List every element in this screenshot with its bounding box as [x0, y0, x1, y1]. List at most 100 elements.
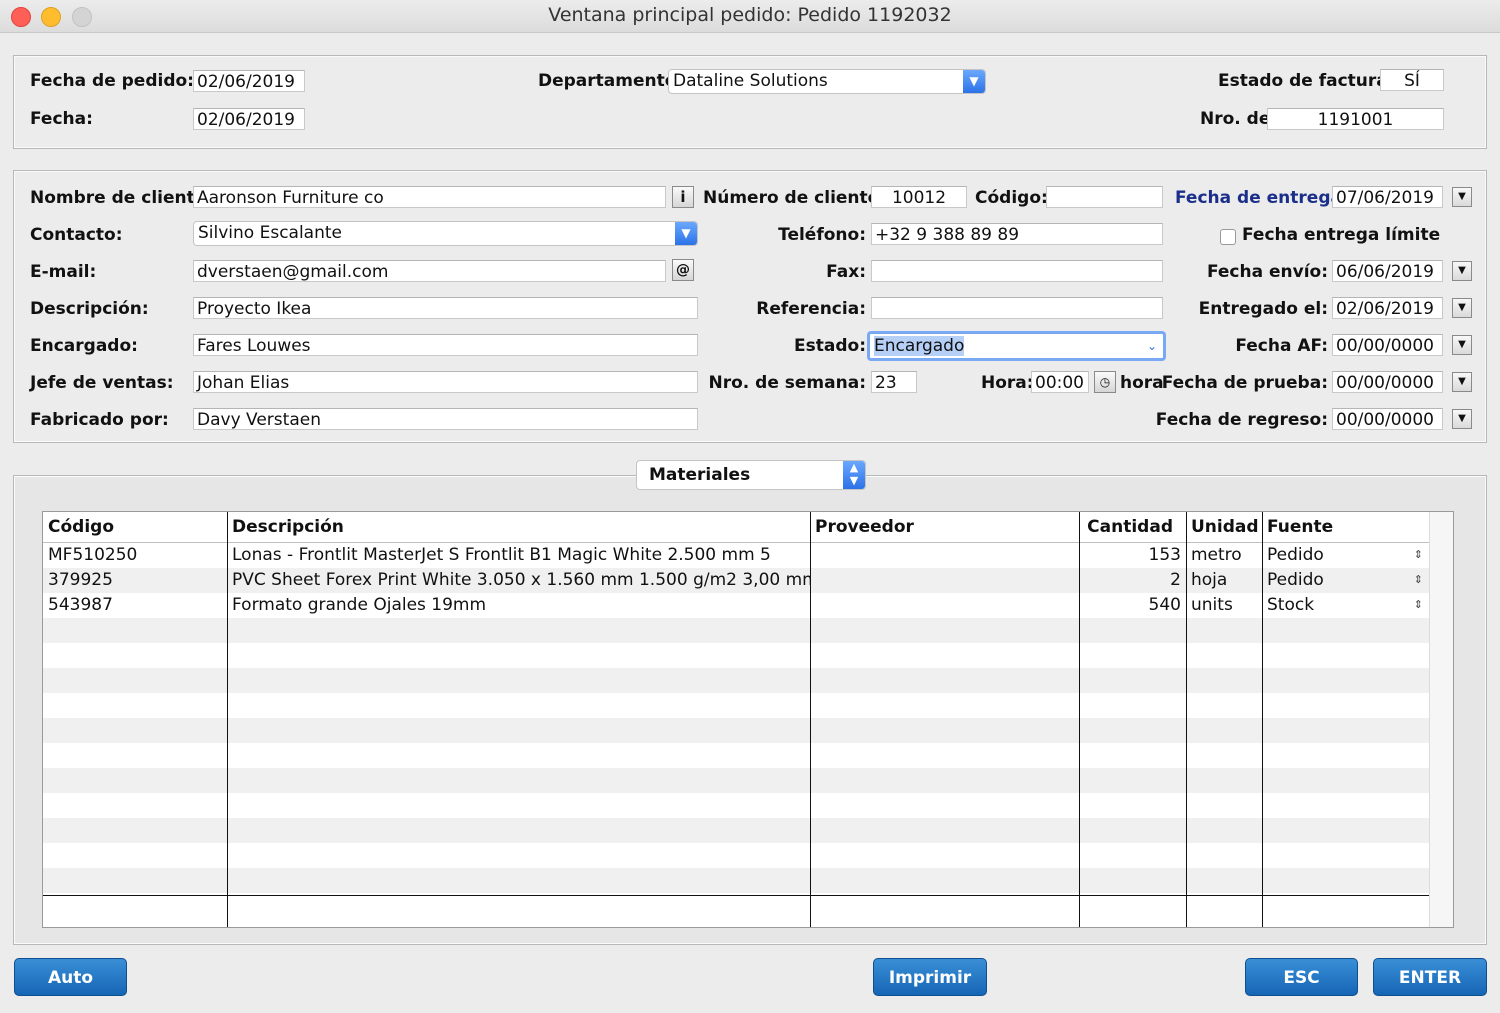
fecha-envio-label: Fecha envío:: [1206, 262, 1328, 282]
email-at-icon[interactable]: @: [672, 259, 694, 281]
fecha-envio-field[interactable]: 06/06/2019: [1332, 260, 1443, 282]
col-header-unidad[interactable]: Unidad: [1186, 512, 1259, 542]
encargado-field[interactable]: Fares Louwes: [193, 334, 698, 356]
column-divider: [1186, 512, 1187, 927]
date-picker-icon[interactable]: ▼: [1452, 187, 1472, 207]
table-row[interactable]: 543987 Formato grande Ojales 19mm 540 un…: [43, 593, 1429, 618]
print-button[interactable]: Imprimir: [873, 958, 987, 996]
cell-fuente[interactable]: Stock ⇕: [1262, 593, 1429, 618]
nombre-cliente-field[interactable]: Aaronson Furniture co: [193, 186, 666, 208]
cell-proveedor: [810, 593, 1079, 618]
semana-label: Nro. de semana:: [708, 373, 867, 393]
col-header-proveedor[interactable]: Proveedor: [810, 512, 914, 542]
updown-chevron-icon: ⇕: [1413, 548, 1423, 561]
fecha-pedido-label: Fecha de pedido:: [30, 71, 194, 91]
nro-label: Nro. de: [1200, 109, 1271, 129]
col-header-cantidad[interactable]: Cantidad: [1079, 512, 1179, 542]
empty-row: [43, 868, 1429, 893]
cell-descripcion: Lonas - Frontlit MasterJet S Frontlit B1…: [232, 545, 771, 565]
cell-codigo: 379925: [48, 570, 113, 590]
cell-proveedor: [810, 543, 1079, 568]
date-picker-icon[interactable]: ▼: [1452, 372, 1472, 392]
email-label: E-mail:: [30, 262, 97, 282]
fecha-prueba-label: Fecha de prueba:: [1161, 373, 1328, 393]
vertical-scrollbar[interactable]: [1429, 512, 1453, 927]
cell-codigo: MF510250: [48, 545, 138, 565]
email-field[interactable]: dverstaen@gmail.com: [193, 260, 666, 282]
fecha-regreso-field[interactable]: 00/00/0000: [1332, 408, 1443, 430]
fecha-af-field[interactable]: 00/00/0000: [1332, 334, 1443, 356]
cell-cantidad: 2: [1170, 570, 1181, 590]
empty-row: [43, 743, 1429, 768]
nro-field[interactable]: 1191001: [1267, 108, 1444, 130]
descripcion-field[interactable]: Proyecto Ikea: [193, 297, 698, 319]
estado-factura-field[interactable]: SÍ: [1380, 69, 1444, 91]
encargado-label: Encargado:: [30, 336, 138, 356]
cell-unidad: metro: [1191, 545, 1242, 565]
fecha-label: Fecha:: [30, 109, 93, 129]
fax-label: Fax:: [826, 262, 866, 282]
date-picker-icon[interactable]: ▼: [1452, 335, 1472, 355]
fabricado-label: Fabricado por:: [30, 410, 169, 430]
cell-unidad: hoja: [1191, 570, 1228, 590]
fax-field[interactable]: [871, 260, 1163, 282]
fabricado-field[interactable]: Davy Verstaen: [193, 408, 698, 430]
nombre-cliente-label: Nombre de cliente:: [30, 188, 214, 208]
fecha-limite-label: Fecha entrega límite: [1242, 225, 1441, 245]
fecha-entrega-field[interactable]: 07/06/2019: [1332, 186, 1443, 208]
telefono-field[interactable]: +32 9 388 89 89: [871, 223, 1163, 245]
departamento-select[interactable]: Dataline Solutions ▼: [668, 69, 986, 94]
col-header-descripcion[interactable]: Descripción: [227, 512, 344, 542]
empty-row: [43, 843, 1429, 868]
codigo-field[interactable]: [1046, 186, 1163, 208]
codigo-label: Código:: [975, 188, 1048, 208]
updown-chevron-icon: ⇕: [1413, 573, 1423, 586]
empty-row: [43, 718, 1429, 743]
contacto-select[interactable]: Silvino Escalante ▼: [193, 221, 698, 246]
fecha-prueba-field[interactable]: 00/00/0000: [1332, 371, 1443, 393]
numero-cliente-label: Número de cliente:: [703, 188, 886, 208]
title-bar: Ventana principal pedido: Pedido 1192032: [0, 0, 1500, 33]
table-row[interactable]: 379925 PVC Sheet Forex Print White 3.050…: [43, 568, 1429, 593]
contacto-label: Contacto:: [30, 225, 123, 245]
numero-cliente-field[interactable]: 10012: [871, 186, 967, 208]
window-title: Ventana principal pedido: Pedido 1192032: [548, 4, 952, 26]
clock-icon[interactable]: ◷: [1094, 371, 1116, 393]
cell-unidad: units: [1191, 595, 1233, 615]
telefono-label: Teléfono:: [778, 225, 866, 245]
esc-button[interactable]: ESC: [1245, 958, 1358, 996]
column-divider: [1262, 512, 1263, 927]
estado-select[interactable]: Encargado ⌄: [867, 331, 1166, 361]
jefe-ventas-field[interactable]: Johan Elias: [193, 371, 698, 393]
date-picker-icon[interactable]: ▼: [1452, 298, 1472, 318]
column-divider: [1079, 512, 1080, 927]
estado-value: Encargado: [874, 336, 965, 356]
enter-button[interactable]: ENTER: [1373, 958, 1487, 996]
semana-field[interactable]: 23: [871, 371, 917, 393]
hora-field[interactable]: 00:00: [1031, 371, 1089, 393]
date-picker-icon[interactable]: ▼: [1452, 409, 1472, 429]
col-header-fuente[interactable]: Fuente: [1262, 512, 1333, 542]
empty-row: [43, 643, 1429, 668]
fecha-pedido-field[interactable]: 02/06/2019: [193, 70, 305, 92]
entregado-field[interactable]: 02/06/2019: [1332, 297, 1443, 319]
date-picker-icon[interactable]: ▼: [1452, 261, 1472, 281]
col-header-codigo[interactable]: Código: [43, 512, 114, 542]
auto-button[interactable]: Auto: [14, 958, 127, 996]
fecha-limite-checkbox[interactable]: [1220, 229, 1236, 245]
cell-fuente[interactable]: Pedido ⇕: [1262, 568, 1429, 593]
empty-row: [43, 768, 1429, 793]
cell-cantidad: 540: [1148, 595, 1181, 615]
referencia-field[interactable]: [871, 297, 1163, 319]
table-row[interactable]: MF510250 Lonas - Frontlit MasterJet S Fr…: [43, 543, 1429, 568]
column-divider: [810, 512, 811, 927]
fuente-value: Stock: [1267, 595, 1315, 615]
empty-row: [43, 693, 1429, 718]
cell-fuente[interactable]: Pedido ⇕: [1262, 543, 1429, 568]
info-icon[interactable]: i: [672, 186, 694, 208]
section-select[interactable]: Materiales ▲ ▼: [636, 460, 866, 490]
fecha-field[interactable]: 02/06/2019: [193, 108, 305, 130]
departamento-label: Departamento:: [538, 71, 684, 91]
column-divider: [227, 512, 228, 927]
jefe-ventas-label: Jefe de ventas:: [30, 373, 174, 393]
